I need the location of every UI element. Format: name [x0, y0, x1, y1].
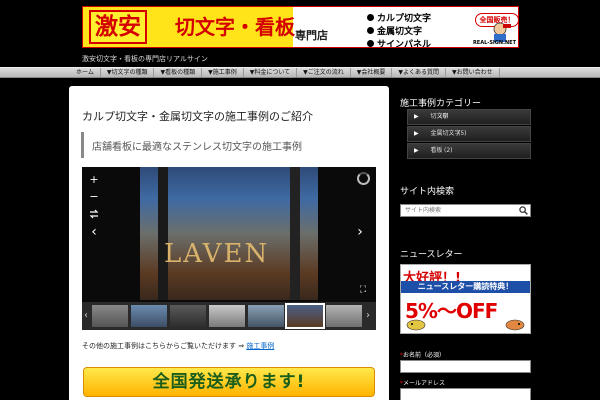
- arrow-right-icon: ▶: [414, 130, 419, 137]
- category-item[interactable]: ▶ 看板 (2): [407, 143, 531, 159]
- email-field[interactable]: [400, 388, 531, 400]
- thumb-prev-icon[interactable]: ‹: [84, 310, 88, 321]
- nav-item-home[interactable]: ホーム: [70, 68, 101, 77]
- category-item[interactable]: ▶ 金属切文字 (5): [407, 126, 531, 142]
- nav-item-1[interactable]: ▼切文字の種類: [101, 68, 155, 77]
- category-count: (5): [458, 130, 467, 137]
- works-caption: その他の施工事例はこちらからご覧いただけます ⇒ 施工事例: [82, 341, 274, 351]
- banner-bullet-3: サインパネル: [367, 37, 431, 47]
- name-label-text: お名前（必須）: [403, 352, 446, 359]
- category-count: (6): [440, 113, 449, 120]
- mascot-right-icon: [505, 319, 525, 331]
- email-label-text: メールアドレス: [403, 380, 446, 387]
- main-content: カルプ切文字・金属切文字の施工事例のご紹介 店舗看板に最適なステンレス切文字の施…: [69, 86, 389, 400]
- name-label: *お名前（必須）: [400, 350, 445, 359]
- slide-pillar-right: [290, 167, 300, 300]
- banner-site-name: REAL-SIGN.NET: [472, 40, 516, 46]
- banner-bullet-1: カルプ切文字: [367, 11, 431, 24]
- nav-item-4[interactable]: ▼料金について: [244, 68, 298, 77]
- banner-senmonten: 専門店: [295, 29, 328, 42]
- search-heading: サイト内検索: [400, 187, 455, 197]
- section-heading-text: 店舗看板に最適なステンレス切文字の施工事例: [92, 142, 302, 153]
- newsletter-heading: ニュースレター: [400, 250, 463, 260]
- search-input[interactable]: [401, 205, 511, 216]
- slider-prev-button[interactable]: ‹: [88, 225, 100, 239]
- search-icon[interactable]: [519, 206, 528, 215]
- thumbnail[interactable]: [170, 305, 206, 327]
- nav-item-6[interactable]: ▼会社概要: [351, 68, 393, 77]
- thumbnail[interactable]: [326, 305, 362, 327]
- site-subtitle: 激安切文字・看板の専門店リアルサイン: [82, 55, 208, 63]
- thumb-next-icon[interactable]: ›: [366, 310, 370, 321]
- site-banner[interactable]: 激安 切文字・看板 専門店 カルプ切文字 金属切文字 サインパネル 全国販売！ …: [82, 6, 519, 48]
- thumbnail[interactable]: [209, 305, 245, 327]
- slide-image: LAVEN: [140, 167, 318, 300]
- slide-pillar-left: [158, 167, 168, 300]
- thumbnail[interactable]: [92, 305, 128, 327]
- email-label: *メールアドレス: [400, 378, 445, 387]
- category-count: (2): [444, 147, 453, 154]
- nl-banner-line2: ニュースレター購読特典！: [401, 281, 530, 293]
- image-slider[interactable]: LAVEN + − ‹ › ⛶ ‹ ›: [82, 167, 376, 330]
- category-label: 金属切文字: [430, 130, 461, 137]
- main-nav: ホーム ▼切文字の種類 ▼看板の種類 ▼施工事例 ▼料金について ▼ご注文の流れ…: [0, 67, 600, 78]
- arrow-right-icon: ▶: [414, 113, 419, 120]
- slide-sign-text: LAVEN: [164, 239, 270, 269]
- loading-spinner-icon: [357, 172, 370, 185]
- thumbnail[interactable]: [131, 305, 167, 327]
- banner-main-text: 切文字・看板: [175, 15, 295, 39]
- nav-item-7[interactable]: ▼よくある質問: [392, 68, 447, 77]
- category-heading: 施工事例カテゴリー: [400, 99, 482, 109]
- nav-item-2[interactable]: ▼看板の種類: [154, 68, 203, 77]
- nav-item-5[interactable]: ▼ご注文の流れ: [297, 68, 351, 77]
- thumbnail[interactable]: [248, 305, 284, 327]
- newsletter-banner[interactable]: 大好評！! ニュースレター購読特典！ 5%～OFF: [400, 264, 531, 334]
- cta-label: 全国発送承ります!: [152, 372, 306, 392]
- banner-bullet-2: 金属切文字: [367, 24, 422, 37]
- page-title: カルプ切文字・金属切文字の施工事例のご紹介: [82, 110, 313, 123]
- thumbnail-selected[interactable]: [285, 303, 325, 329]
- category-label: 看板: [430, 147, 443, 154]
- caption-text: その他の施工事例はこちらからご覧いただけます ⇒: [82, 342, 245, 350]
- name-field[interactable]: [400, 360, 531, 373]
- zoom-in-button[interactable]: +: [88, 174, 100, 185]
- swap-icon[interactable]: [88, 209, 100, 219]
- banner-gekiyasu: 激安: [89, 10, 147, 44]
- zoom-out-button[interactable]: −: [88, 191, 100, 202]
- nav-item-3[interactable]: ▼施工事例: [202, 68, 244, 77]
- arrow-right-icon: ▶: [414, 147, 419, 154]
- category-list: ▶ 切文字 (6) ▶ 金属切文字 (5) ▶ 看板 (2): [407, 109, 531, 160]
- thumbnail-strip: ‹ ›: [82, 302, 376, 330]
- nationwide-shipping-button[interactable]: 全国発送承ります!: [83, 367, 375, 397]
- mascot-left-icon: [406, 319, 426, 331]
- slider-next-button[interactable]: ›: [354, 225, 366, 239]
- fullscreen-button[interactable]: ⛶: [357, 285, 369, 295]
- search-box: [400, 204, 531, 217]
- works-link[interactable]: 施工事例: [246, 342, 274, 350]
- category-item[interactable]: ▶ 切文字 (6): [407, 109, 531, 125]
- section-heading: 店舗看板に最適なステンレス切文字の施工事例: [81, 132, 376, 158]
- nav-item-8[interactable]: ▼お問い合わせ: [446, 68, 500, 77]
